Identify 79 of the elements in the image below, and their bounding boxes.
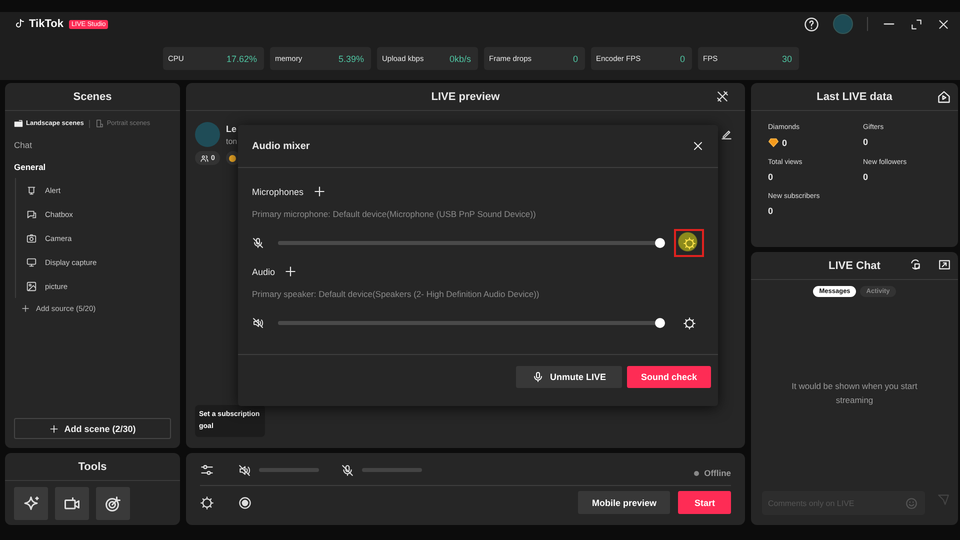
stat-value: 0 bbox=[782, 138, 788, 148]
avatar bbox=[195, 122, 220, 147]
device-name: Primary speaker: Default device(Speakers (2- High Definition Audio Device)) bbox=[252, 289, 540, 299]
target-icon bbox=[104, 494, 122, 512]
microphone-off-icon[interactable] bbox=[341, 464, 354, 476]
display-icon bbox=[26, 256, 37, 268]
status-text: Offline bbox=[704, 468, 731, 478]
section-title: Microphones bbox=[252, 186, 304, 196]
record-icon[interactable] bbox=[238, 496, 252, 510]
add-icon[interactable] bbox=[284, 265, 298, 278]
stat-value: 0 bbox=[863, 172, 868, 182]
stat-value: 0 bbox=[680, 54, 685, 64]
gear-icon bbox=[682, 236, 696, 250]
video-icon bbox=[63, 494, 81, 512]
close-icon[interactable] bbox=[937, 18, 950, 30]
panel-title: Last LIVE data bbox=[751, 83, 958, 111]
home-icon[interactable] bbox=[937, 90, 951, 104]
scene-item[interactable]: General bbox=[14, 162, 46, 172]
microphone-icon bbox=[532, 370, 544, 382]
stat-value: 0 bbox=[768, 206, 774, 216]
crossed-tools-icon[interactable] bbox=[716, 90, 729, 103]
profile-handle: ton bbox=[226, 137, 238, 146]
camera-icon bbox=[26, 232, 37, 244]
stat-value: 30 bbox=[782, 54, 792, 64]
section-title: Audio bbox=[252, 266, 276, 276]
panel-title: LIVE preview bbox=[186, 83, 745, 111]
tool-button[interactable] bbox=[14, 487, 48, 520]
picture-icon bbox=[26, 280, 37, 292]
panel-title: LIVE Chat bbox=[751, 252, 958, 280]
help-icon[interactable] bbox=[804, 16, 819, 32]
coin-icon bbox=[226, 151, 240, 165]
plus-icon bbox=[49, 424, 60, 434]
stat-value: 0 bbox=[863, 137, 868, 147]
app-logo: TikTok bbox=[29, 18, 64, 30]
add-scene-button[interactable]: Add scene (2/30) bbox=[14, 418, 171, 439]
profile-name: Le bbox=[226, 124, 238, 134]
chatbox-icon bbox=[26, 208, 37, 220]
alert-icon bbox=[26, 184, 37, 196]
close-button[interactable] bbox=[692, 140, 704, 152]
landscape-icon bbox=[14, 119, 23, 128]
slider-thumb[interactable] bbox=[655, 318, 665, 328]
portrait-icon bbox=[94, 119, 104, 128]
speaker-muted-icon[interactable] bbox=[252, 317, 264, 329]
device-name: Primary microphone: Default device(Microphone (USB PnP Sound Device)) bbox=[252, 209, 537, 219]
settings-icon[interactable] bbox=[200, 496, 214, 510]
sparkle-icon bbox=[22, 494, 40, 512]
panel-title: Scenes bbox=[5, 83, 180, 111]
mobile-preview-button[interactable]: Mobile preview bbox=[578, 491, 670, 514]
highlighted-settings-button[interactable] bbox=[674, 229, 704, 257]
plus-icon bbox=[21, 304, 30, 313]
music-note-icon bbox=[14, 18, 26, 30]
speaker-muted-icon[interactable] bbox=[238, 464, 251, 476]
status-dot bbox=[694, 470, 700, 476]
unmute-button[interactable]: Unmute LIVE bbox=[516, 366, 622, 388]
sound-check-button[interactable]: Sound check bbox=[626, 366, 711, 388]
scene-item[interactable]: Chat bbox=[14, 140, 32, 150]
maximize-icon[interactable] bbox=[910, 18, 923, 30]
diamond-icon bbox=[768, 137, 779, 148]
panel-title: Tools bbox=[5, 453, 180, 481]
add-icon[interactable] bbox=[312, 185, 326, 198]
tool-button[interactable] bbox=[55, 487, 89, 520]
stat-value: 0 bbox=[572, 54, 578, 64]
stat-value: 0kb/s bbox=[449, 54, 471, 64]
empty-chat-message: It would be shown when you start streaming bbox=[790, 380, 918, 407]
microphone-off-icon[interactable] bbox=[252, 237, 264, 249]
dialog-title: Audio mixer bbox=[252, 140, 310, 152]
mixer-sliders-icon[interactable] bbox=[200, 463, 214, 477]
people-icon bbox=[200, 154, 209, 162]
popout-icon[interactable] bbox=[938, 258, 951, 271]
start-button[interactable]: Start bbox=[678, 491, 731, 514]
stat-value: 0 bbox=[768, 172, 774, 182]
stat-value: 17.62% bbox=[226, 54, 257, 64]
slider-thumb[interactable] bbox=[655, 238, 665, 248]
pencil-icon[interactable] bbox=[720, 128, 733, 141]
stat-value: 5.39% bbox=[338, 54, 364, 64]
gear-icon bbox=[682, 316, 696, 330]
swap-icon[interactable] bbox=[909, 258, 922, 271]
close-icon bbox=[692, 140, 704, 152]
tool-button[interactable] bbox=[96, 487, 130, 520]
